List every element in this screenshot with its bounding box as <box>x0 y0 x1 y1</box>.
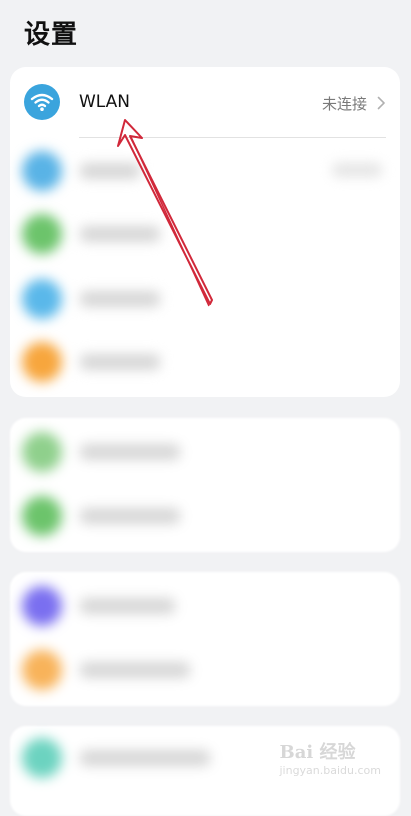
blurred-icon <box>22 214 62 254</box>
blurred-label <box>80 354 160 370</box>
blurred-settings-item[interactable] <box>10 139 400 203</box>
blurred-icon <box>22 650 62 690</box>
page-title: 设置 <box>24 20 79 50</box>
blurred-settings-item[interactable] <box>10 267 400 331</box>
wlan-status: 未连接 <box>321 95 367 113</box>
blurred-settings-item[interactable] <box>10 484 400 548</box>
wifi-icon <box>24 84 60 120</box>
network-settings-card: WLAN 未连接 <box>10 67 400 397</box>
blurred-label <box>80 662 190 678</box>
blurred-icon <box>22 738 62 778</box>
blurred-label <box>80 291 160 307</box>
blurred-value <box>332 163 382 177</box>
blurred-label <box>80 444 180 460</box>
blurred-settings-item[interactable] <box>10 420 400 484</box>
divider <box>79 137 386 138</box>
wlan-label: WLAN <box>79 92 131 112</box>
blurred-settings-item[interactable] <box>10 202 400 266</box>
settings-card-3 <box>10 572 400 706</box>
blurred-icon <box>22 151 62 191</box>
blurred-label <box>80 508 180 524</box>
blurred-label <box>80 226 160 242</box>
chevron-right-icon <box>377 95 386 114</box>
blurred-label <box>80 163 140 179</box>
blurred-label <box>80 598 175 614</box>
wlan-settings-item[interactable]: WLAN 未连接 <box>10 67 400 139</box>
blurred-label <box>80 750 210 766</box>
blurred-icon <box>22 496 62 536</box>
blurred-icon <box>22 342 62 382</box>
watermark-main: Bai 经验 <box>279 742 356 763</box>
blurred-icon <box>22 432 62 472</box>
blurred-settings-item[interactable] <box>10 330 400 394</box>
blurred-settings-item[interactable] <box>10 574 400 638</box>
blurred-settings-item[interactable] <box>10 638 400 702</box>
watermark-url: jingyan.baidu.com <box>279 764 381 777</box>
settings-card-2 <box>10 418 400 552</box>
blurred-icon <box>22 279 62 319</box>
baidu-jingyan-watermark: Bai 经验 jingyan.baidu.com <box>279 738 381 777</box>
blurred-icon <box>22 586 62 626</box>
